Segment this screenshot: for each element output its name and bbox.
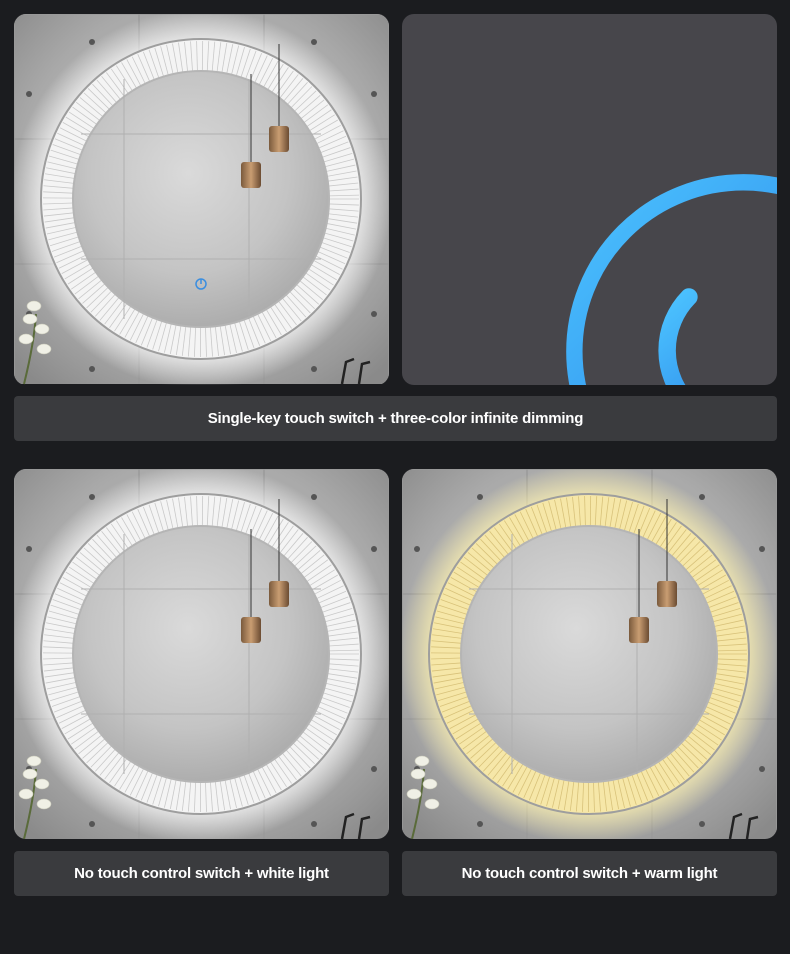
mirror-white-panel xyxy=(14,469,389,839)
mirror-warm-panel xyxy=(402,469,777,839)
power-closeup-panel xyxy=(402,14,777,385)
mirror-touch-panel xyxy=(14,14,389,385)
power-icon xyxy=(566,174,777,385)
caption-touch-dimming: Single-key touch switch + three-color in… xyxy=(14,396,777,441)
caption-warm-light: No touch control switch + warm light xyxy=(402,851,777,896)
caption-white-light: No touch control switch + white light xyxy=(14,851,389,896)
mirror-image xyxy=(14,469,389,839)
mirror-image xyxy=(14,14,389,385)
mirror-image xyxy=(402,469,777,839)
